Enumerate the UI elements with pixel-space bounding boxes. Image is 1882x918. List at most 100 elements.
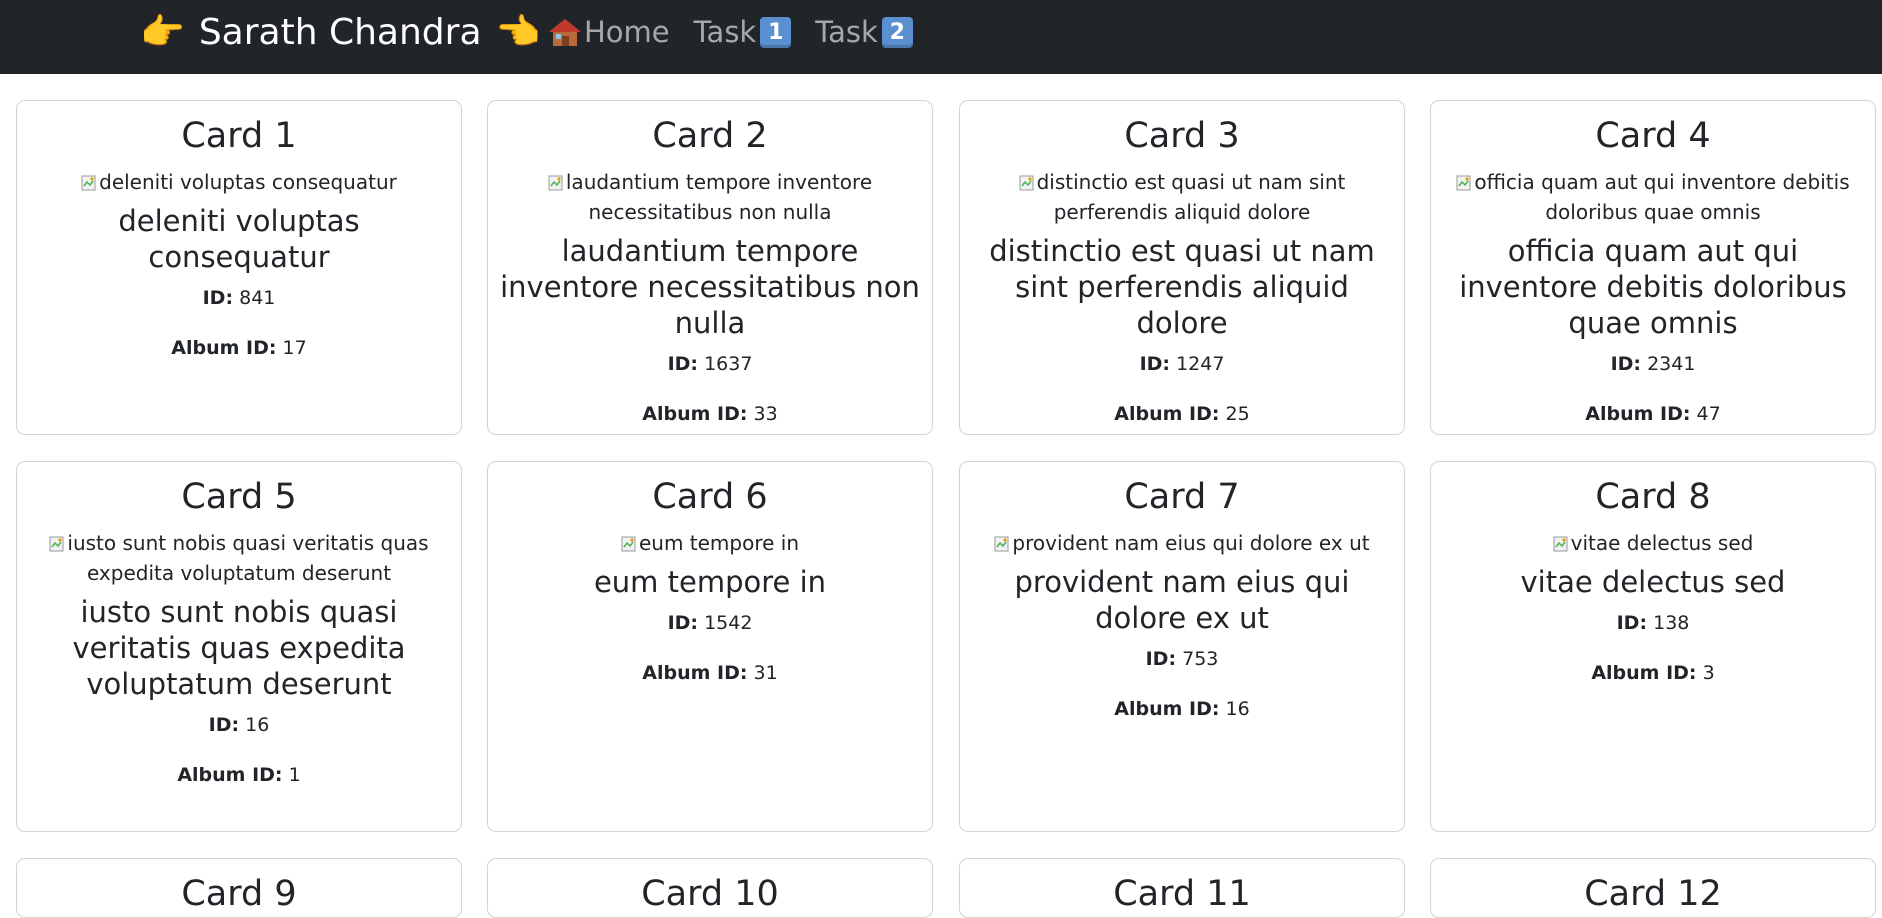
card-image-alt: officia quam aut qui inventore debitis d… bbox=[1474, 170, 1850, 224]
album-id-value: 25 bbox=[1225, 403, 1250, 425]
id-value: 841 bbox=[239, 287, 276, 309]
id-value: 2341 bbox=[1647, 353, 1696, 375]
id-label: ID: bbox=[1616, 612, 1648, 634]
photo-title: eum tempore in bbox=[593, 565, 827, 599]
broken-image-icon bbox=[1553, 531, 1569, 552]
photo-title: vitae delectus sed bbox=[1520, 565, 1786, 599]
card: Card 9 bbox=[16, 858, 462, 918]
card: Card 4 officia quam aut qui inventore de… bbox=[1430, 100, 1876, 435]
id-label: ID: bbox=[1145, 648, 1177, 670]
broken-image-icon bbox=[994, 531, 1010, 552]
card-image: eum tempore in bbox=[500, 528, 920, 558]
photo-album-id: Album ID: 17 bbox=[29, 335, 449, 361]
photo-title: provident nam eius qui dolore ex ut bbox=[1014, 565, 1350, 635]
keycap-two-icon: 2 bbox=[881, 16, 913, 48]
photo-title: iusto sunt nobis quasi veritatis quas ex… bbox=[72, 595, 406, 701]
card-heading: Card 2 bbox=[652, 116, 768, 156]
card: Card 1 deleniti voluptas consequatur del… bbox=[16, 100, 462, 435]
photo-id: ID: 16 bbox=[29, 712, 449, 738]
album-id-label: Album ID: bbox=[177, 764, 283, 786]
album-id-label: Album ID: bbox=[1114, 698, 1220, 720]
id-label: ID: bbox=[667, 612, 699, 634]
card: Card 8 vitae delectus sed vitae delectus… bbox=[1430, 461, 1876, 832]
card-image-alt: distinctio est quasi ut nam sint perfere… bbox=[1036, 170, 1346, 224]
pointing-left-icon: 👈 bbox=[495, 12, 541, 53]
id-value: 16 bbox=[245, 714, 270, 736]
card: Card 10 bbox=[487, 858, 933, 918]
navbar: 👉 Sarath Chandra 👈 Home Task 1 Task 2 bbox=[0, 0, 1882, 74]
nav-link-home-label: Home bbox=[584, 15, 670, 49]
album-id-value: 33 bbox=[753, 403, 778, 425]
card: Card 2 laudantium tempore inventore nece… bbox=[487, 100, 933, 435]
photo-id: ID: 2341 bbox=[1443, 351, 1863, 377]
album-id-value: 31 bbox=[753, 662, 778, 684]
card: Card 11 bbox=[959, 858, 1405, 918]
photo-album-id: Album ID: 3 bbox=[1443, 660, 1863, 686]
card-heading: Card 12 bbox=[1584, 874, 1722, 914]
id-value: 753 bbox=[1182, 648, 1219, 670]
album-id-value: 47 bbox=[1696, 403, 1721, 425]
broken-image-icon bbox=[1456, 170, 1472, 191]
broken-image-icon bbox=[1019, 170, 1035, 191]
id-value: 1247 bbox=[1176, 353, 1225, 375]
card-image: officia quam aut qui inventore debitis d… bbox=[1443, 167, 1863, 227]
id-value: 138 bbox=[1653, 612, 1690, 634]
broken-image-icon bbox=[621, 531, 637, 552]
photo-album-id: Album ID: 16 bbox=[972, 696, 1392, 722]
photo-album-id: Album ID: 47 bbox=[1443, 401, 1863, 427]
card-heading: Card 8 bbox=[1595, 477, 1711, 517]
brand-name: Sarath Chandra bbox=[198, 11, 482, 53]
card-image: deleniti voluptas consequatur bbox=[29, 167, 449, 197]
id-value: 1542 bbox=[704, 612, 753, 634]
nav-link-task-2[interactable]: Task 2 bbox=[815, 15, 913, 49]
nav-link-task-1-label: Task bbox=[693, 15, 757, 49]
id-value: 1637 bbox=[704, 353, 753, 375]
photo-album-id: Album ID: 31 bbox=[500, 660, 920, 686]
id-label: ID: bbox=[1139, 353, 1171, 375]
photo-album-id: Album ID: 1 bbox=[29, 762, 449, 788]
keycap-one-icon: 1 bbox=[760, 16, 792, 48]
id-label: ID: bbox=[1610, 353, 1642, 375]
broken-image-icon bbox=[49, 531, 65, 552]
album-id-label: Album ID: bbox=[1114, 403, 1220, 425]
photo-id: ID: 1247 bbox=[972, 351, 1392, 377]
card: Card 12 bbox=[1430, 858, 1876, 918]
photo-id: ID: 138 bbox=[1443, 610, 1863, 636]
card-heading: Card 3 bbox=[1124, 116, 1240, 156]
brand[interactable]: 👉 Sarath Chandra 👈 bbox=[140, 0, 540, 64]
photo-id: ID: 1542 bbox=[500, 610, 920, 636]
album-id-value: 17 bbox=[282, 337, 307, 359]
album-id-label: Album ID: bbox=[171, 337, 277, 359]
photo-title: distinctio est quasi ut nam sint perfere… bbox=[989, 234, 1375, 340]
id-label: ID: bbox=[202, 287, 234, 309]
photo-title: officia quam aut qui inventore debitis d… bbox=[1459, 234, 1847, 340]
card-heading: Card 5 bbox=[181, 477, 297, 517]
card-heading: Card 11 bbox=[1113, 874, 1251, 914]
photo-title: deleniti voluptas consequatur bbox=[118, 204, 360, 274]
album-id-label: Album ID: bbox=[1585, 403, 1691, 425]
card-image: laudantium tempore inventore necessitati… bbox=[500, 167, 920, 227]
album-id-value: 3 bbox=[1702, 662, 1715, 684]
album-id-label: Album ID: bbox=[642, 403, 748, 425]
card-heading: Card 1 bbox=[181, 116, 297, 156]
card-heading: Card 10 bbox=[641, 874, 779, 914]
pointing-right-icon: 👉 bbox=[140, 12, 185, 53]
photo-id: ID: 841 bbox=[29, 285, 449, 311]
card-image-alt: deleniti voluptas consequatur bbox=[99, 170, 397, 194]
album-id-value: 16 bbox=[1225, 698, 1250, 720]
nav-link-task-1[interactable]: Task 1 bbox=[694, 15, 792, 49]
card-image-alt: vitae delectus sed bbox=[1570, 531, 1754, 555]
card-image-alt: provident nam eius qui dolore ex ut bbox=[1012, 531, 1370, 555]
album-id-label: Album ID: bbox=[1591, 662, 1697, 684]
nav-links: Home Task 1 Task 2 bbox=[548, 0, 913, 64]
card-heading: Card 4 bbox=[1595, 116, 1711, 156]
card-image-alt: iusto sunt nobis quasi veritatis quas ex… bbox=[67, 531, 429, 585]
card: Card 3 distinctio est quasi ut nam sint … bbox=[959, 100, 1405, 435]
card-heading: Card 9 bbox=[181, 874, 297, 914]
nav-link-home[interactable]: Home bbox=[548, 15, 670, 49]
broken-image-icon bbox=[548, 170, 564, 191]
album-id-value: 1 bbox=[288, 764, 301, 786]
photo-id: ID: 1637 bbox=[500, 351, 920, 377]
photo-album-id: Album ID: 25 bbox=[972, 401, 1392, 427]
card-image-alt: laudantium tempore inventore necessitati… bbox=[565, 170, 873, 224]
